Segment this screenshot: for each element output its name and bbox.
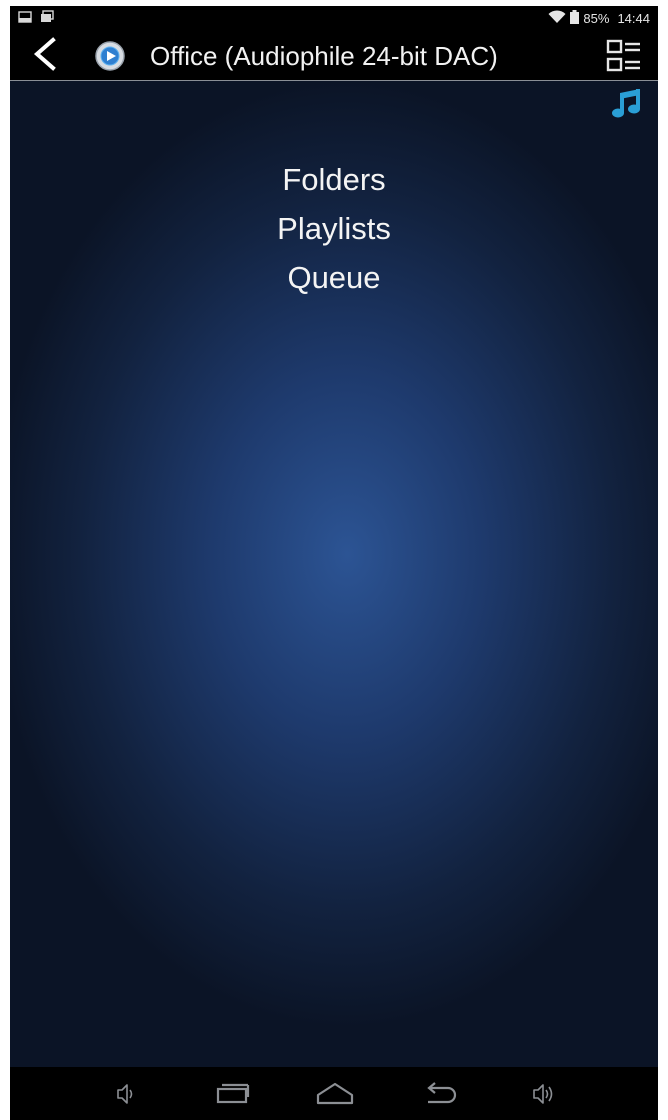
screenshot-icon — [18, 10, 32, 26]
volume-down-button[interactable] — [108, 1079, 148, 1109]
status-left — [18, 10, 54, 26]
home-button[interactable] — [315, 1079, 355, 1109]
main-content: Folders Playlists Queue — [10, 81, 658, 1067]
menu-item-queue[interactable]: Queue — [10, 253, 658, 302]
back-icon — [31, 36, 57, 76]
action-bar: Office (Audiophile 24-bit DAC) — [10, 30, 658, 81]
menu-item-playlists[interactable]: Playlists — [10, 204, 658, 253]
menu-item-folders[interactable]: Folders — [10, 155, 658, 204]
battery-percent: 85% — [583, 11, 610, 26]
page-title: Office (Audiophile 24-bit DAC) — [150, 41, 498, 71]
now-playing-button[interactable] — [610, 87, 644, 121]
status-bar: 85% 14:44 — [10, 6, 658, 30]
home-icon — [315, 1082, 355, 1113]
recent-apps-icon — [212, 1083, 252, 1113]
battery-icon — [570, 10, 580, 27]
gallery-icon — [40, 10, 54, 26]
status-right: 85% 14:44 — [548, 10, 650, 27]
volume-up-icon — [526, 1084, 566, 1113]
browse-menu: Folders Playlists Queue — [10, 155, 658, 302]
volume-up-button[interactable] — [526, 1079, 566, 1109]
back-nav-icon — [420, 1082, 460, 1113]
volume-down-icon — [108, 1084, 148, 1113]
device-screen: 85% 14:44 Office (Audiophile 24-bit DAC) — [10, 6, 658, 1120]
wifi-icon — [548, 10, 566, 27]
back-nav-button[interactable] — [420, 1079, 460, 1109]
clock: 14:44 — [617, 11, 650, 26]
back-button[interactable] — [24, 36, 64, 76]
music-note-icon — [610, 89, 644, 125]
app-play-icon[interactable] — [94, 40, 126, 72]
list-view-button[interactable] — [604, 36, 644, 76]
list-view-icon — [604, 39, 644, 80]
recent-apps-button[interactable] — [212, 1079, 252, 1109]
navigation-bar — [10, 1067, 658, 1120]
